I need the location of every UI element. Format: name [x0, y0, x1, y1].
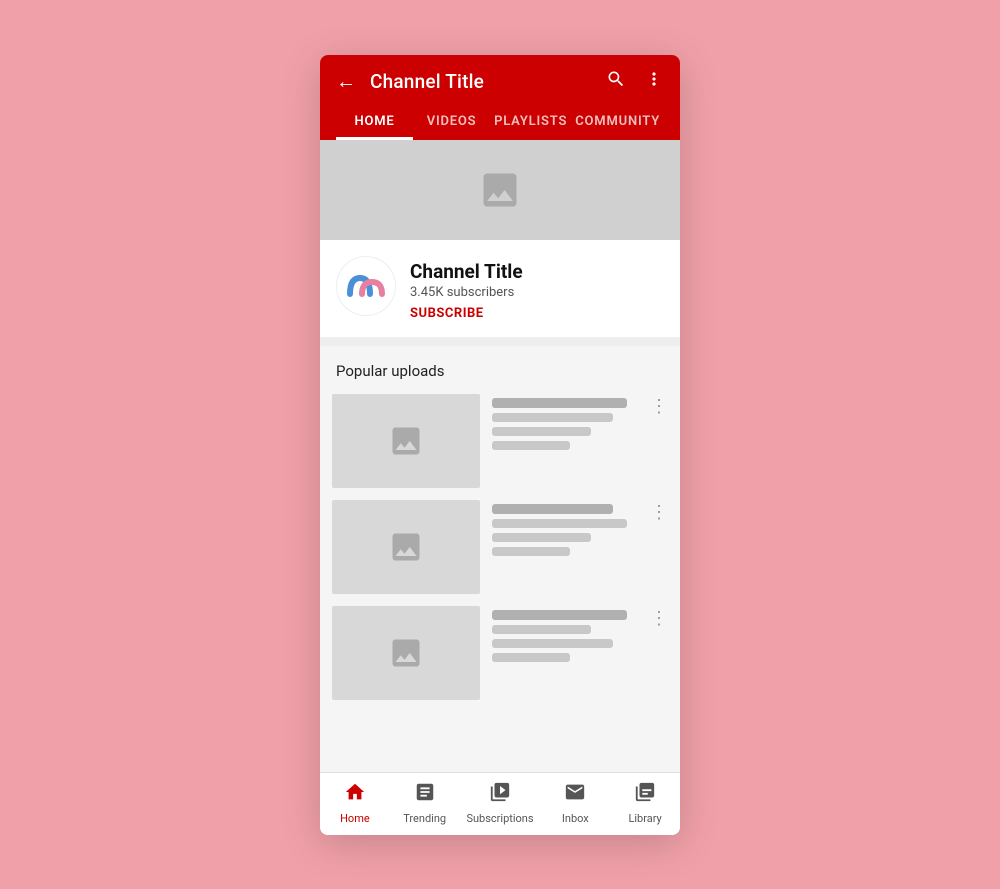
nav-library-label: Library — [628, 812, 661, 825]
avatar — [336, 256, 396, 316]
phone-container: ← Channel Title HOME VIDEOS PLAYLISTS CO… — [320, 55, 680, 835]
channel-banner — [320, 140, 680, 240]
banner-placeholder — [470, 164, 530, 216]
video-thumbnail[interactable] — [332, 394, 480, 488]
subscriber-count: 3.45K subscribers — [410, 285, 523, 300]
channel-info: Channel Title 3.45K subscribers SUBSCRIB… — [320, 240, 680, 338]
video-info-line2 — [492, 547, 570, 556]
table-row: ⋮ — [320, 494, 680, 600]
tab-videos[interactable]: VIDEOS — [413, 104, 490, 140]
tabs: HOME VIDEOS PLAYLISTS COMMUNITY — [336, 104, 664, 140]
video-subtitle-line — [492, 625, 591, 634]
home-icon — [344, 781, 366, 809]
section-title: Popular uploads — [320, 346, 680, 388]
channel-text: Channel Title 3.45K subscribers SUBSCRIB… — [410, 256, 523, 321]
nav-item-library[interactable]: Library — [617, 781, 673, 825]
video-subtitle-line — [492, 519, 627, 528]
tab-playlists[interactable]: PLAYLISTS — [490, 104, 571, 140]
table-row: ⋮ — [320, 600, 680, 706]
subscribe-button[interactable]: SUBSCRIBE — [410, 306, 523, 321]
search-icon[interactable] — [606, 69, 626, 94]
video-meta — [492, 500, 634, 556]
video-title-line — [492, 504, 613, 514]
video-info-line — [492, 427, 591, 436]
popular-uploads-section: Popular uploads ⋮ — [320, 346, 680, 772]
video-more-icon[interactable]: ⋮ — [646, 394, 668, 417]
video-info-line — [492, 533, 591, 542]
top-bar: ← Channel Title HOME VIDEOS PLAYLISTS CO… — [320, 55, 680, 140]
video-title-line — [492, 398, 627, 408]
video-more-icon[interactable]: ⋮ — [646, 500, 668, 523]
video-info-line2 — [492, 441, 570, 450]
video-meta — [492, 394, 634, 450]
video-thumbnail[interactable] — [332, 500, 480, 594]
channel-name: Channel Title — [410, 260, 523, 283]
video-thumbnail[interactable] — [332, 606, 480, 700]
back-icon[interactable]: ← — [336, 69, 356, 94]
tab-home[interactable]: HOME — [336, 104, 413, 140]
video-more-icon[interactable]: ⋮ — [646, 606, 668, 629]
nav-inbox-label: Inbox — [562, 812, 589, 825]
video-subtitle-line — [492, 413, 613, 422]
subscriptions-icon — [489, 781, 511, 809]
video-title-line — [492, 610, 627, 620]
separator — [320, 338, 680, 346]
more-vert-icon[interactable] — [644, 69, 664, 94]
top-icons — [606, 69, 664, 94]
trending-icon — [414, 781, 436, 809]
video-info-line — [492, 639, 613, 648]
bottom-nav: Home Trending Subscriptions Inbox — [320, 772, 680, 835]
channel-title-header: Channel Title — [370, 70, 606, 93]
nav-item-home[interactable]: Home — [327, 781, 383, 825]
nav-item-inbox[interactable]: Inbox — [547, 781, 603, 825]
video-info-line2 — [492, 653, 570, 662]
tab-community[interactable]: COMMUNITY — [571, 104, 664, 140]
nav-home-label: Home — [340, 812, 370, 825]
inbox-icon — [564, 781, 586, 809]
nav-item-subscriptions[interactable]: Subscriptions — [466, 781, 533, 825]
nav-trending-label: Trending — [403, 812, 446, 825]
video-meta — [492, 606, 634, 662]
nav-item-trending[interactable]: Trending — [397, 781, 453, 825]
library-icon — [634, 781, 656, 809]
table-row: ⋮ — [320, 388, 680, 494]
video-list: ⋮ ⋮ — [320, 388, 680, 706]
nav-subscriptions-label: Subscriptions — [466, 812, 533, 825]
